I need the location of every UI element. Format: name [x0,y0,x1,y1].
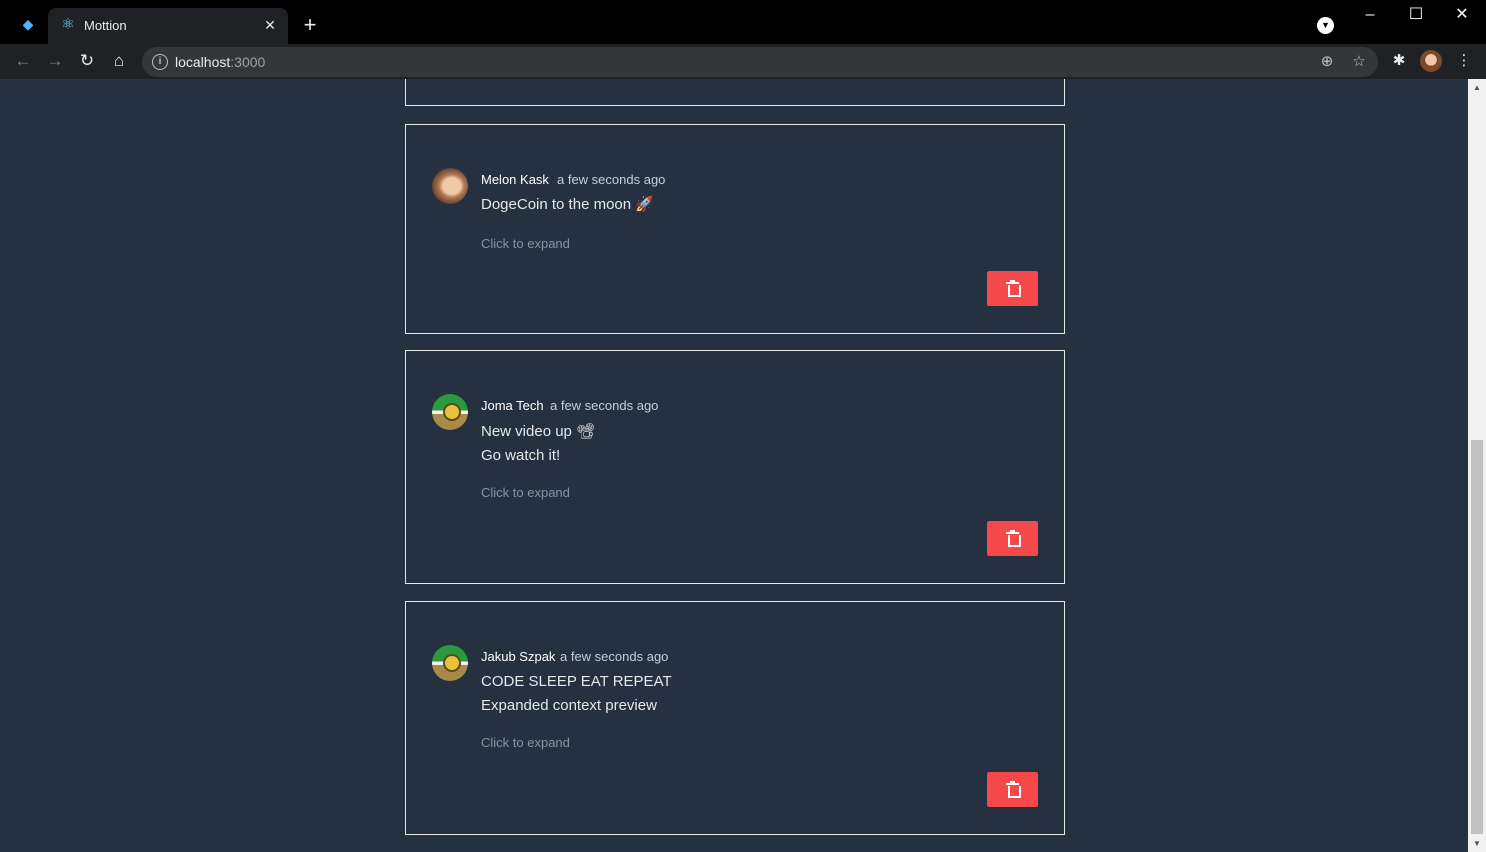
zoom-icon[interactable]: ⊕ [1317,52,1337,72]
post-card[interactable]: Joma Tech a few seconds ago New video up… [405,350,1065,584]
browser-toolbar: ← → ↻ ⌂ i localhost:3000 ⊕ ☆ ✱ ⋮ [0,44,1486,79]
post-text-line: Expanded context preview [481,697,657,714]
profile-avatar[interactable] [1420,50,1442,72]
site-info-icon[interactable]: i [152,54,168,70]
trash-icon [1006,280,1021,297]
delete-button[interactable] [987,772,1038,807]
post-text-line: CODE SLEEP EAT REPEAT [481,673,672,690]
post-text-line: Go watch it! [481,447,561,464]
scroll-down-icon[interactable]: ▼ [1468,835,1486,852]
browser-tab[interactable]: ⚛ Mottion ✕ [48,8,288,44]
scroll-thumb[interactable] [1471,440,1483,834]
post-timestamp: a few seconds ago [550,398,659,413]
react-favicon-icon: ⚛ [61,16,75,33]
minimize-icon[interactable]: – [1357,4,1383,26]
browser-tab-strip: ◆ ⚛ Mottion ✕ + ▼ – ☐ ✕ [0,0,1486,44]
expand-link[interactable]: Click to expand [481,485,570,501]
page-scrollbar[interactable]: ▲ ▼ [1468,79,1486,852]
post-timestamp: a few seconds ago [557,172,666,187]
avatar [432,394,468,430]
window-close-icon[interactable]: ✕ [1449,4,1475,26]
post-timestamp: a few seconds ago [560,649,669,664]
expand-link[interactable]: Click to expand [481,236,570,252]
trash-icon [1006,530,1021,547]
close-tab-icon[interactable]: ✕ [260,15,280,35]
post-text-line: DogeCoin to the moon 🚀 [481,196,654,213]
avatar [432,645,468,681]
back-icon[interactable]: ← [11,49,35,73]
post-author: Joma Tech [481,398,544,413]
home-icon[interactable]: ⌂ [107,49,131,73]
url-text: localhost:3000 [175,54,266,70]
delete-button[interactable] [987,271,1038,306]
forward-icon[interactable]: → [43,49,67,73]
page-viewport: Melon Kask a few seconds ago DogeCoin to… [0,79,1468,852]
avatar [432,168,468,204]
scroll-up-icon[interactable]: ▲ [1468,79,1486,96]
post-card[interactable]: Melon Kask a few seconds ago DogeCoin to… [405,124,1065,334]
tab-search-dropdown-icon[interactable]: ▼ [1317,17,1334,34]
address-bar[interactable]: i localhost:3000 ⊕ ☆ [142,47,1378,77]
gem-extension-icon[interactable]: ◆ [18,14,38,34]
menu-kebab-icon[interactable]: ⋮ [1453,50,1475,72]
post-author: Melon Kask [481,172,549,187]
post-card-partial[interactable] [405,79,1065,106]
expand-link[interactable]: Click to expand [481,735,570,751]
post-card[interactable]: Jakub Szpak a few seconds ago CODE SLEEP… [405,601,1065,835]
trash-icon [1006,781,1021,798]
post-text-line: New video up 📽 [481,423,596,440]
maximize-icon[interactable]: ☐ [1403,4,1429,26]
extensions-icon[interactable]: ✱ [1388,50,1410,72]
delete-button[interactable] [987,521,1038,556]
new-tab-icon[interactable]: + [298,13,322,37]
tab-title: Mottion [84,18,127,33]
reload-icon[interactable]: ↻ [75,49,99,73]
bookmark-star-icon[interactable]: ☆ [1349,52,1369,72]
post-author: Jakub Szpak [481,649,556,664]
